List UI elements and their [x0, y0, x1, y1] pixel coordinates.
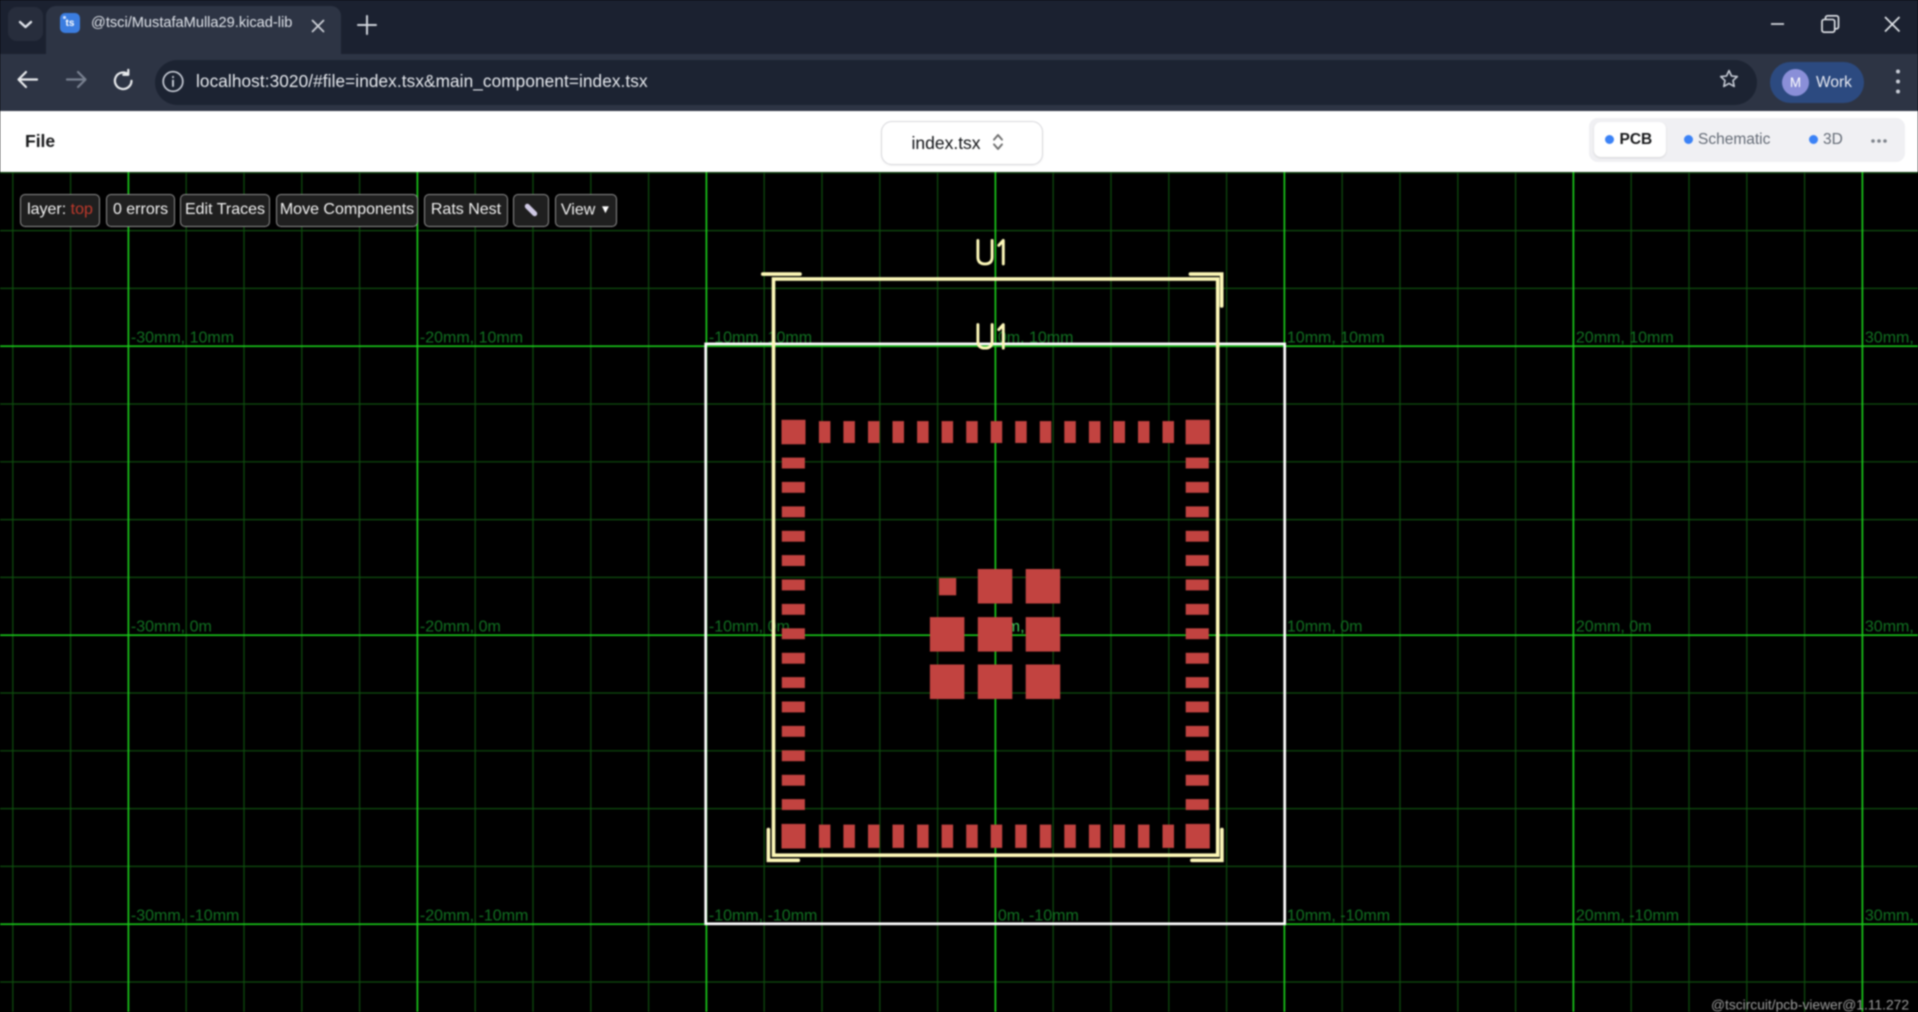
svg-text:30mm, 0m: 30mm, 0m: [1865, 619, 1918, 636]
svg-text:-10mm, -10mm: -10mm, -10mm: [709, 908, 817, 925]
svg-text:-30mm, 10mm: -30mm, 10mm: [131, 330, 234, 347]
svg-text:30mm, -10mm: 30mm, -10mm: [1865, 908, 1918, 925]
svg-text:30mm, 10mm: 30mm, 10mm: [1865, 330, 1918, 347]
svg-text:10mm, 10mm: 10mm, 10mm: [1287, 330, 1385, 347]
svg-text:-20mm, 0m: -20mm, 0m: [420, 619, 501, 636]
svg-text:20mm, 0m: 20mm, 0m: [1576, 619, 1652, 636]
svg-text:-20mm, -10mm: -20mm, -10mm: [420, 908, 528, 925]
svg-text:20mm, 10mm: 20mm, 10mm: [1576, 330, 1674, 347]
svg-text:-30mm, -10mm: -30mm, -10mm: [131, 908, 239, 925]
svg-text:-10mm, 0m: -10mm, 0m: [709, 619, 790, 636]
svg-text:-30mm, 0m: -30mm, 0m: [131, 619, 212, 636]
svg-text:0m, -10mm: 0m, -10mm: [998, 908, 1079, 925]
svg-text:@tscircuit/pcb-viewer@1.11.272: @tscircuit/pcb-viewer@1.11.272: [1711, 998, 1909, 1012]
svg-text:-20mm, 10mm: -20mm, 10mm: [420, 330, 523, 347]
svg-text:10mm, -10mm: 10mm, -10mm: [1287, 908, 1390, 925]
svg-text:20mm, -10mm: 20mm, -10mm: [1576, 908, 1679, 925]
svg-text:10mm, 0m: 10mm, 0m: [1287, 619, 1363, 636]
